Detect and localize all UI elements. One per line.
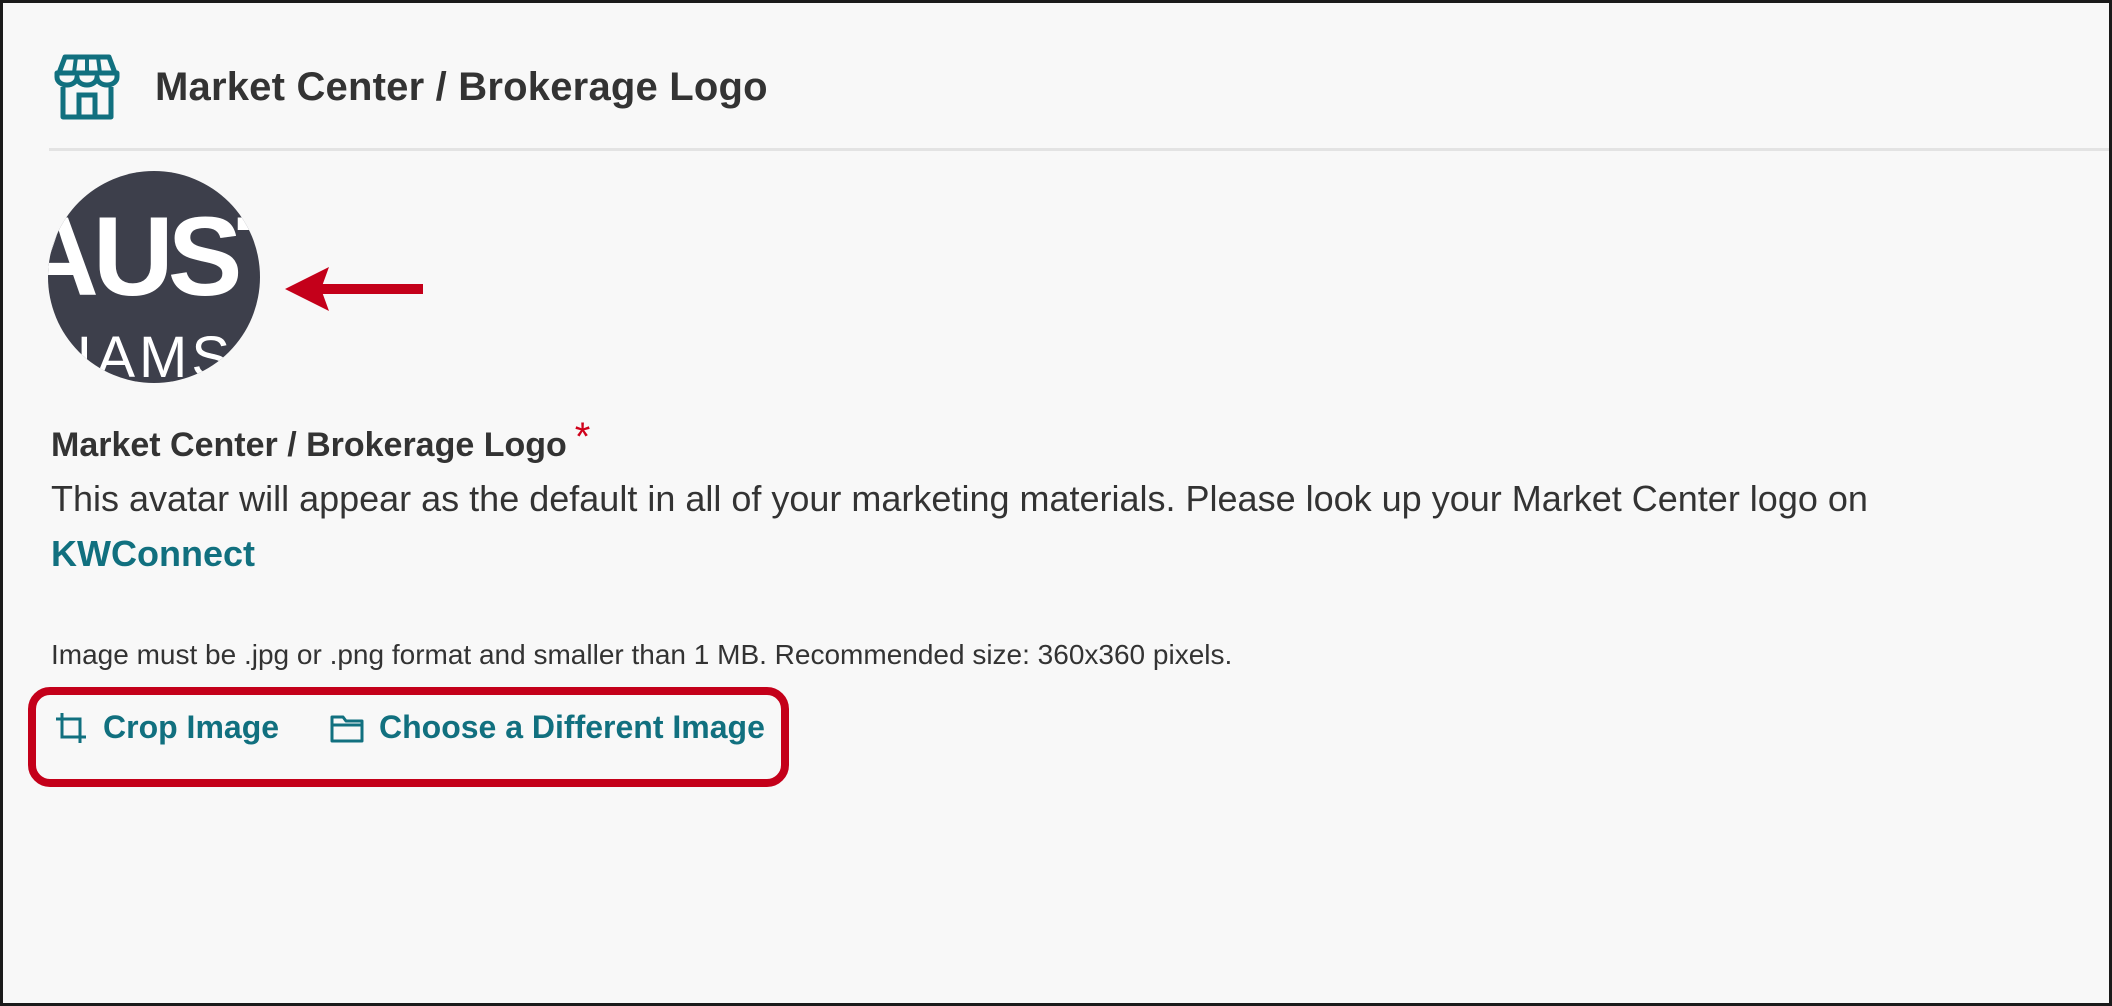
field-label-text: Market Center / Brokerage Logo — [51, 426, 567, 464]
header-divider — [49, 148, 2109, 151]
folder-icon — [330, 715, 364, 742]
kwconnect-link[interactable]: KWConnect — [51, 533, 255, 575]
field-label: Market Center / Brokerage Logo * — [51, 415, 590, 465]
crop-image-label: Crop Image — [103, 709, 280, 745]
required-mark: * — [574, 415, 591, 459]
crop-image-button[interactable]: Crop Image — [53, 709, 279, 746]
avatar-text-top: AUST — [48, 194, 260, 319]
choose-different-image-button[interactable]: Choose a Different Image — [329, 709, 765, 746]
logo-settings-panel: Market Center / Brokerage Logo AUST LIAM… — [0, 0, 2112, 1006]
storefront-icon — [54, 54, 120, 120]
choose-image-label: Choose a Different Image — [379, 709, 765, 745]
section-header: Market Center / Brokerage Logo — [51, 51, 768, 123]
field-description: This avatar will appear as the default i… — [51, 478, 1868, 519]
crop-icon — [56, 712, 86, 743]
section-title: Market Center / Brokerage Logo — [155, 64, 768, 109]
left-arrow-icon — [285, 267, 423, 311]
logo-avatar[interactable]: AUST LIAMS — [48, 171, 260, 383]
avatar-text-bottom: LIAMS — [48, 325, 235, 384]
image-requirements-hint: Image must be .jpg or .png format and sm… — [51, 639, 1233, 670]
